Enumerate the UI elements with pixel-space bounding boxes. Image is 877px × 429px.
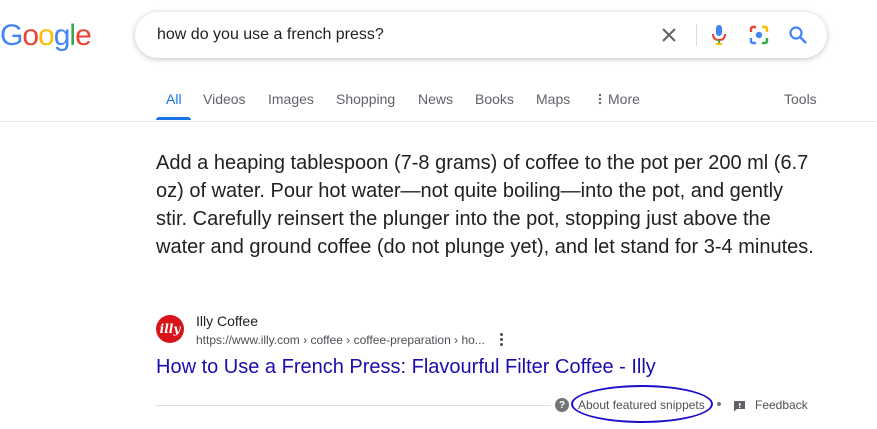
search-tabs: All Videos Images Shopping News Books Ma… [0, 80, 877, 122]
illy-favicon[interactable]: illy [156, 315, 184, 343]
more-vert-icon [598, 92, 604, 108]
search-box[interactable]: how do you use a french press? [135, 12, 827, 58]
tab-more[interactable]: More [598, 91, 640, 108]
tab-news[interactable]: News [418, 91, 453, 107]
tab-maps[interactable]: Maps [536, 91, 570, 107]
site-url[interactable]: https://www.illy.com › coffee › coffee-p… [196, 333, 485, 347]
tab-all[interactable]: All [166, 91, 182, 107]
clear-icon[interactable] [657, 23, 681, 47]
tab-videos[interactable]: Videos [203, 91, 246, 107]
microphone-icon[interactable] [707, 23, 731, 47]
help-icon[interactable]: ? [555, 398, 569, 412]
feedback-icon[interactable] [733, 399, 746, 412]
logo-letter: o [22, 19, 39, 52]
search-input[interactable]: how do you use a french press? [157, 26, 384, 44]
tools-button[interactable]: Tools [784, 91, 817, 107]
active-tab-indicator [156, 117, 191, 120]
feedback-link[interactable]: Feedback [755, 398, 808, 412]
tab-images[interactable]: Images [268, 91, 314, 107]
favicon-text: illy [159, 322, 181, 336]
tab-shopping[interactable]: Shopping [336, 91, 395, 107]
logo-letter: e [75, 19, 92, 52]
search-box-divider [696, 24, 697, 46]
separator-dot [717, 402, 721, 406]
search-icon[interactable] [786, 23, 810, 47]
tab-more-label: More [608, 91, 640, 107]
logo-letter: g [53, 19, 71, 52]
lens-icon[interactable] [747, 23, 771, 47]
tab-books[interactable]: Books [475, 91, 514, 107]
logo-letter: G [0, 19, 23, 52]
result-title-link[interactable]: How to Use a French Press: Flavourful Fi… [156, 356, 656, 379]
site-name[interactable]: Illy Coffee [196, 313, 258, 329]
featured-snippet-text: Add a heaping tablespoon (7-8 grams) of … [156, 152, 814, 258]
logo-letter: o [38, 19, 55, 52]
annotation-circle [571, 385, 713, 423]
more-options-icon[interactable] [494, 331, 508, 347]
google-logo[interactable]: Google [0, 18, 92, 54]
footer-divider [156, 405, 551, 406]
